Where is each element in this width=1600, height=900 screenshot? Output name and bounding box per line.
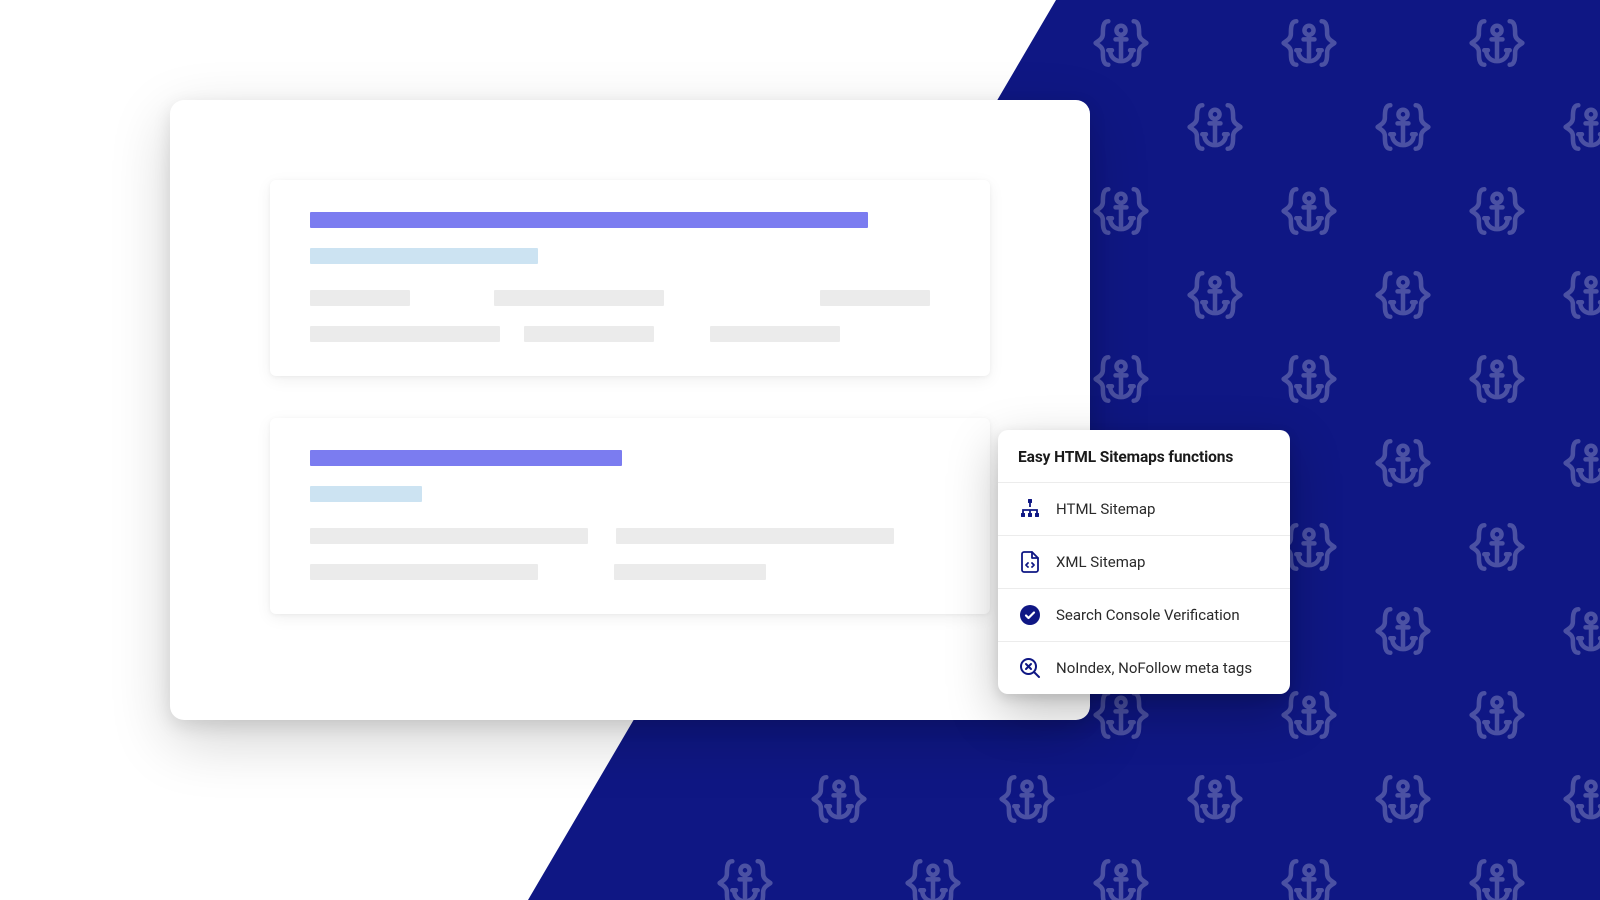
skeleton-line [614, 564, 766, 580]
check-circle-icon [1018, 603, 1042, 627]
skeleton-url-bar [310, 248, 538, 264]
popup-item-label: HTML Sitemap [1056, 500, 1156, 518]
skeleton-line [710, 326, 840, 342]
popup-item-noindex[interactable]: NoIndex, NoFollow meta tags [998, 641, 1290, 694]
search-x-icon [1018, 656, 1042, 680]
popup-item-label: Search Console Verification [1056, 606, 1240, 624]
skeleton-line [310, 564, 538, 580]
skeleton-line [494, 290, 664, 306]
search-result-skeleton-1 [270, 180, 990, 376]
skeleton-line [616, 528, 894, 544]
popup-title: Easy HTML Sitemaps functions [998, 430, 1290, 482]
popup-item-search-console[interactable]: Search Console Verification [998, 588, 1290, 641]
sitemap-icon [1018, 497, 1042, 521]
popup-item-xml-sitemap[interactable]: XML Sitemap [998, 535, 1290, 588]
file-code-icon [1018, 550, 1042, 574]
popup-item-label: XML Sitemap [1056, 553, 1145, 571]
skeleton-line [524, 326, 654, 342]
skeleton-line [310, 326, 500, 342]
skeleton-title-bar [310, 212, 868, 228]
search-result-skeleton-2 [270, 418, 990, 614]
skeleton-line [310, 528, 588, 544]
popup-item-html-sitemap[interactable]: HTML Sitemap [998, 482, 1290, 535]
skeleton-url-bar [310, 486, 422, 502]
skeleton-line [310, 290, 410, 306]
functions-popup: Easy HTML Sitemaps functions HTML Sitema… [998, 430, 1290, 694]
popup-item-label: NoIndex, NoFollow meta tags [1056, 659, 1252, 677]
skeleton-title-bar [310, 450, 622, 466]
skeleton-line [820, 290, 930, 306]
preview-card [170, 100, 1090, 720]
